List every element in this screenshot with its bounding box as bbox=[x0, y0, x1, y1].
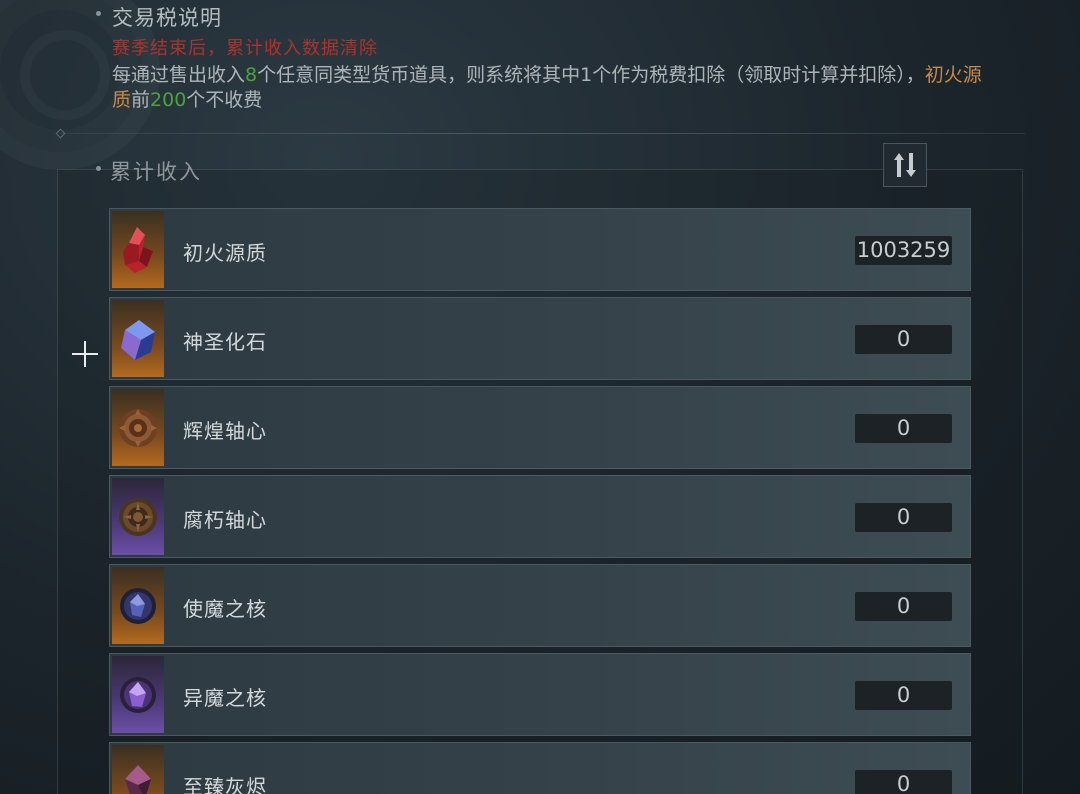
purple-orb-icon bbox=[120, 676, 156, 713]
income-row-fuxiu[interactable]: 腐朽轴心 0 bbox=[109, 475, 971, 558]
item-icon-frame bbox=[112, 211, 164, 288]
red-crystal-icon bbox=[123, 226, 153, 273]
item-count: 0 bbox=[855, 592, 952, 621]
item-name: 至臻灰烬 bbox=[183, 775, 267, 794]
item-count: 0 bbox=[855, 770, 952, 794]
background-emblem-inner bbox=[20, 30, 110, 120]
dark-orb-icon bbox=[120, 587, 156, 624]
crosshair-cursor-icon bbox=[72, 341, 98, 367]
section-bullet bbox=[96, 166, 101, 171]
dark-gear-icon bbox=[119, 497, 157, 536]
income-row-chuhuo[interactable]: 初火源质 1003259 bbox=[109, 208, 971, 291]
item-name: 异魔之核 bbox=[183, 686, 267, 710]
income-row-shimo[interactable]: 使魔之核 0 bbox=[109, 564, 971, 647]
swap-vertical-icon bbox=[894, 153, 916, 177]
tax-desc-part: 前 bbox=[131, 89, 151, 111]
item-icon-frame bbox=[112, 745, 164, 794]
section-bullet bbox=[96, 11, 101, 16]
item-icon-frame bbox=[112, 567, 164, 644]
tax-section-title: 交易税说明 bbox=[112, 6, 222, 30]
ember-crystal-icon bbox=[125, 764, 151, 794]
item-count: 0 bbox=[855, 681, 952, 710]
sort-toggle-button[interactable] bbox=[883, 143, 927, 187]
income-row-zhizhen[interactable]: 至臻灰烬 0 bbox=[109, 742, 971, 794]
income-row-huihuang[interactable]: 辉煌轴心 0 bbox=[109, 386, 971, 469]
income-row-yimo[interactable]: 异魔之核 0 bbox=[109, 653, 971, 736]
item-name: 神圣化石 bbox=[183, 330, 267, 354]
item-icon-frame bbox=[112, 656, 164, 733]
income-section-title: 累计收入 bbox=[110, 160, 202, 184]
item-name: 辉煌轴心 bbox=[183, 419, 267, 443]
item-icon-frame bbox=[112, 478, 164, 555]
item-name: 初火源质 bbox=[183, 241, 267, 265]
tax-desc-part: 个任意同类型货币道具，则系统将其中1个作为税费扣除（领取时计算并扣除）， bbox=[257, 64, 925, 86]
tax-warning-text: 赛季结束后，累计收入数据清除 bbox=[112, 38, 378, 59]
income-row-shensheng[interactable]: 神圣化石 0 bbox=[109, 297, 971, 380]
blue-gem-icon bbox=[121, 319, 155, 360]
tax-desc-part: 个不收费 bbox=[186, 89, 263, 111]
item-count: 0 bbox=[855, 325, 952, 354]
tax-desc-count: 8 bbox=[245, 64, 258, 86]
item-count: 0 bbox=[855, 414, 952, 443]
tax-desc-part: 每通过售出收入 bbox=[112, 64, 246, 86]
section-divider bbox=[60, 133, 1025, 134]
item-count: 1003259 bbox=[855, 236, 952, 265]
item-icon-frame bbox=[112, 389, 164, 466]
item-name: 使魔之核 bbox=[183, 597, 267, 621]
item-count: 0 bbox=[855, 503, 952, 532]
bronze-gear-icon bbox=[119, 408, 157, 447]
item-name: 腐朽轴心 bbox=[183, 508, 267, 532]
tax-desc-free-count: 200 bbox=[150, 89, 187, 111]
item-icon-frame bbox=[112, 300, 164, 377]
tax-description: 每通过售出收入8个任意同类型货币道具，则系统将其中1个作为税费扣除（领取时计算并… bbox=[112, 63, 992, 113]
